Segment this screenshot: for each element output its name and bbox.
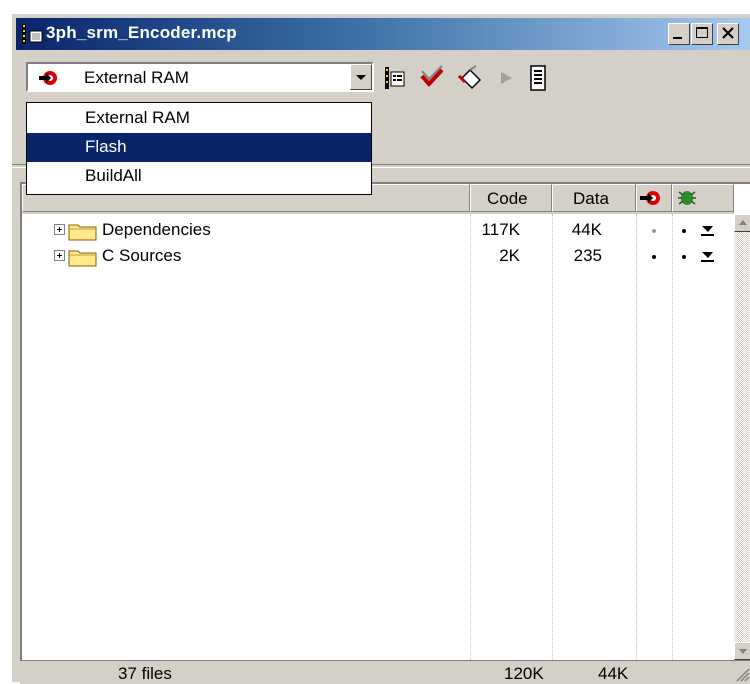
close-button[interactable]: [717, 23, 739, 45]
project-window: 3ph_srm_Encoder.mcp External RAM Code Da…: [10, 12, 750, 684]
expand-icon[interactable]: [54, 250, 65, 261]
expand-icon[interactable]: [54, 224, 65, 235]
data-total: 44K: [598, 664, 629, 683]
listing-icon[interactable]: [524, 64, 552, 92]
code-total: 120K: [504, 664, 544, 683]
column-divider: [470, 214, 471, 660]
build-target-icon: [38, 68, 60, 93]
target-marker: [652, 255, 656, 259]
debug-icon: [678, 191, 696, 205]
chevron-down-icon[interactable]: [350, 64, 372, 90]
title-bar[interactable]: 3ph_srm_Encoder.mcp: [16, 18, 750, 50]
table-row[interactable]: Dependencies 117K 44K: [22, 218, 734, 244]
column-target[interactable]: [636, 184, 672, 212]
column-debug[interactable]: [672, 184, 734, 212]
check-build-icon[interactable]: [418, 64, 446, 92]
folder-icon: [68, 224, 97, 241]
file-list: Code Data Dependencies 117K 44K C Source…: [20, 182, 750, 660]
scroll-up-button[interactable]: [734, 214, 750, 232]
clean-build-icon[interactable]: [456, 64, 484, 92]
target-marker: [652, 229, 656, 233]
project-options-icon[interactable]: [380, 64, 408, 92]
build-config-value: External RAM: [84, 68, 189, 87]
run-icon[interactable]: [492, 64, 520, 92]
include-toggle-icon[interactable]: [700, 224, 716, 238]
folder-icon: [68, 250, 97, 267]
debug-marker: [682, 255, 686, 259]
include-toggle-icon[interactable]: [700, 250, 716, 264]
file-data-size: 44K: [571, 220, 602, 239]
column-divider: [672, 214, 673, 660]
target-icon: [640, 191, 660, 205]
resize-grip-icon[interactable]: [734, 666, 750, 682]
file-name: Dependencies: [102, 220, 211, 239]
column-code[interactable]: Code: [470, 184, 552, 212]
dropdown-option-external-ram[interactable]: External RAM: [27, 104, 371, 133]
debug-marker: [682, 229, 686, 233]
column-divider: [636, 214, 637, 660]
scroll-down-button[interactable]: [734, 642, 750, 660]
maximize-button[interactable]: [691, 23, 713, 45]
project-file-icon: [20, 22, 44, 46]
minimize-button[interactable]: [668, 23, 690, 45]
column-divider: [552, 214, 553, 660]
file-code-size: 117K: [481, 220, 520, 239]
window-title: 3ph_srm_Encoder.mcp: [46, 23, 237, 42]
build-config-dropdown: External RAM Flash BuildAll: [26, 102, 372, 195]
file-count: 37 files: [118, 664, 172, 683]
file-name: C Sources: [102, 246, 182, 265]
build-config-select[interactable]: External RAM: [26, 62, 374, 92]
dropdown-option-flash[interactable]: Flash: [27, 133, 371, 162]
table-row[interactable]: C Sources 2K 235: [22, 244, 734, 270]
column-data[interactable]: Data: [552, 184, 636, 212]
file-code-size: 2K: [499, 246, 520, 265]
vertical-scrollbar[interactable]: [734, 214, 750, 660]
file-data-size: 235: [573, 246, 602, 265]
dropdown-option-buildall[interactable]: BuildAll: [27, 162, 371, 191]
status-bar: 37 files 120K 44K: [20, 660, 750, 684]
